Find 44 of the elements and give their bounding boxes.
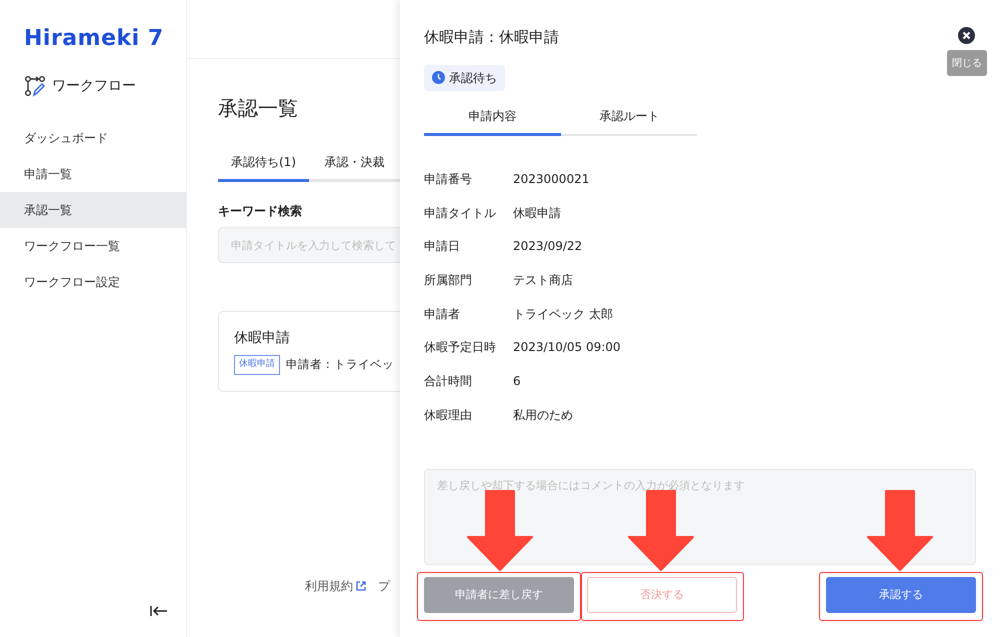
page-title: 承認一覧 bbox=[218, 95, 299, 122]
field-value: 2023/10/05 09:00 bbox=[513, 339, 621, 356]
field-label: 休暇予定日時 bbox=[424, 339, 497, 356]
field-value: 休暇申請 bbox=[513, 204, 561, 222]
field-value: テスト商店 bbox=[513, 272, 573, 289]
status-badge: 承認待ち bbox=[424, 64, 505, 90]
field-value: トライベック 太郎 bbox=[513, 306, 613, 323]
nav-item[interactable]: ダッシュボード bbox=[0, 120, 186, 156]
applicant-text: 申請者：トライベッ bbox=[286, 356, 394, 374]
field-value: 私用のため bbox=[513, 406, 573, 424]
tab[interactable]: 申請内容 bbox=[424, 106, 561, 136]
workflow-icon bbox=[24, 75, 46, 97]
panel-title: 休暇申請：休暇申請 bbox=[424, 27, 559, 48]
footer-link[interactable]: プ bbox=[378, 577, 390, 595]
type-tag: 休暇申請 bbox=[234, 355, 280, 374]
nav-item[interactable]: 承認一覧 bbox=[0, 192, 186, 228]
logo: Hirameki 7 bbox=[23, 25, 165, 53]
field-label: 所属部門 bbox=[424, 272, 473, 289]
field-label: 合計時間 bbox=[424, 372, 473, 390]
field-value: 2023000021 bbox=[513, 170, 590, 188]
search-label: キーワード検索 bbox=[218, 203, 303, 220]
search-field[interactable]: 申請タイトルを入力して検索して bbox=[218, 227, 400, 263]
nav-item[interactable]: ワークフロー一覧 bbox=[0, 228, 186, 264]
tab[interactable]: 承認ルート bbox=[561, 106, 698, 136]
close-tooltip: 閉じる bbox=[947, 50, 987, 76]
field-label: 申請番号 bbox=[424, 170, 473, 188]
approve-button[interactable]: 承認する bbox=[826, 577, 976, 613]
tab[interactable]: 承認・決裁 bbox=[309, 153, 400, 182]
card-title: 休暇申請 bbox=[234, 329, 291, 348]
field-label: 申請者 bbox=[424, 306, 461, 323]
field-value: 6 bbox=[513, 372, 521, 390]
external-link-icon bbox=[356, 581, 366, 591]
tab[interactable]: 承認待ち(1) bbox=[218, 153, 309, 182]
clock-icon bbox=[432, 71, 445, 84]
field-label: 休暇理由 bbox=[424, 406, 473, 424]
nav-item[interactable]: 申請一覧 bbox=[0, 156, 186, 192]
nav-item[interactable]: ワークフロー設定 bbox=[0, 264, 186, 300]
close-icon[interactable] bbox=[958, 27, 975, 44]
collapse-sidebar-icon[interactable] bbox=[150, 605, 168, 617]
footer-link[interactable]: 利用規約 bbox=[305, 577, 366, 595]
field-value: 2023/09/22 bbox=[513, 238, 582, 256]
field-label: 申請タイトル bbox=[424, 204, 497, 222]
field-label: 申請日 bbox=[424, 238, 461, 256]
app-title: ワークフロー bbox=[52, 76, 136, 96]
